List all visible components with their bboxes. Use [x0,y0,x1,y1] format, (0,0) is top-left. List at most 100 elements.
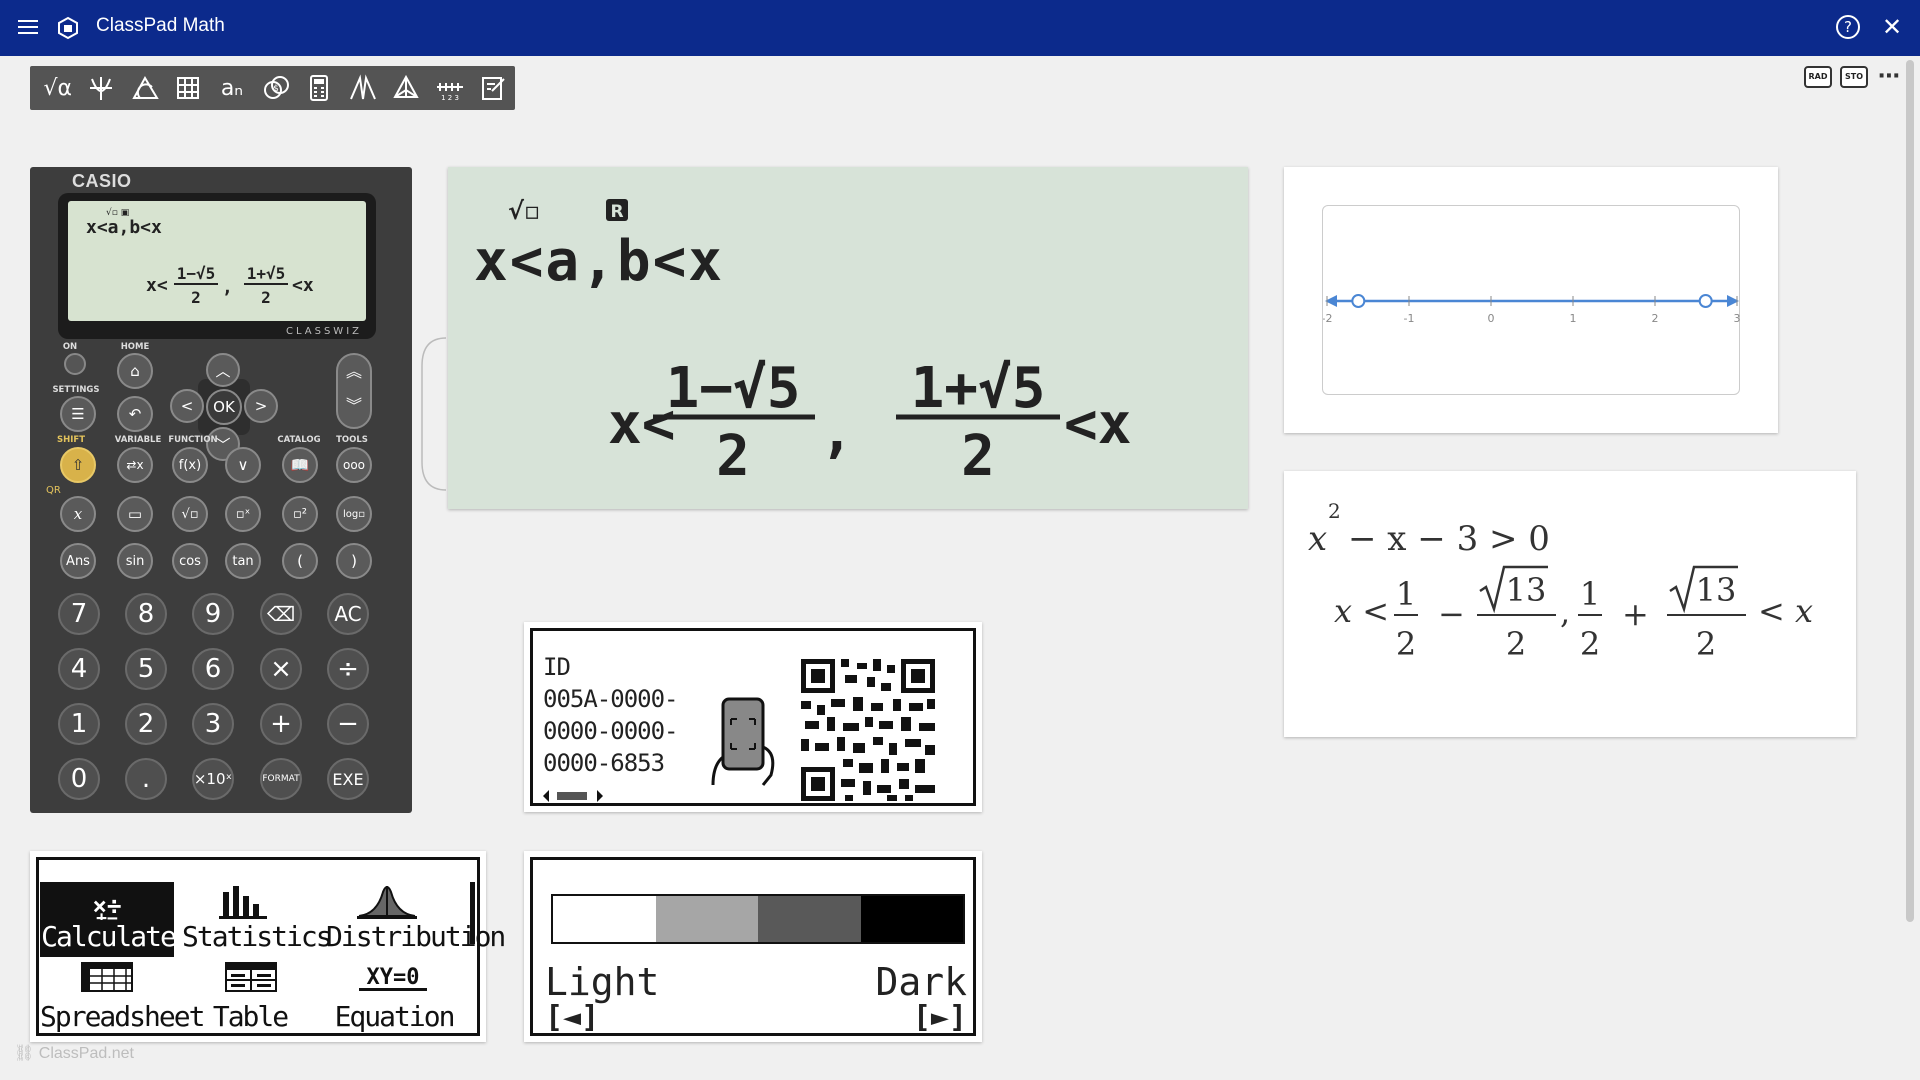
key-3[interactable]: 3 [192,703,234,745]
on-key[interactable] [64,353,86,375]
key-0[interactable]: 0 [58,758,100,800]
qr-code-panel[interactable]: ID 005A-0000- 0000-0000- 0000-6853 [524,622,982,812]
key-2[interactable]: 2 [125,703,167,745]
open-point[interactable] [1698,294,1713,308]
left-key[interactable]: < [170,389,204,423]
link-icon: ⛓ [14,1045,39,1062]
key-1[interactable]: 1 [58,703,100,745]
ok-key[interactable]: OK [206,389,242,425]
divide-key[interactable]: ÷ [327,648,369,690]
home-key[interactable]: ⌂ [117,353,153,389]
increase-contrast-hint[interactable]: [►] [913,1000,967,1035]
statistics-icon[interactable] [341,70,385,106]
menu-item-calculate[interactable]: Calculate [40,920,177,953]
app-title: ClassPad Math [96,15,225,36]
rad-mode-button[interactable]: RAD [1804,66,1832,88]
help-icon[interactable]: ? [1836,15,1860,39]
sin-key[interactable]: sin [117,543,153,579]
more-options-icon[interactable]: ⋯ [1878,64,1901,89]
geometry-icon[interactable] [123,70,167,106]
graph-icon[interactable] [80,70,124,106]
close-icon[interactable]: ✕ [1880,12,1904,42]
swatch-light [553,896,656,942]
exp10-key[interactable]: ×10ˣ [192,758,234,800]
page-scrollbar[interactable] [1906,60,1914,922]
multiply-key[interactable]: × [260,648,302,690]
id-line-2: 0000-0000- [543,717,678,745]
menu-scrollbar [470,882,475,944]
delete-key[interactable]: ⌫ [260,593,302,635]
decrease-contrast-hint[interactable]: [◄] [545,1000,599,1035]
ac-key[interactable]: AC [327,593,369,635]
catalog-key[interactable]: 📖 [282,447,318,483]
square-key[interactable]: ▫² [282,496,318,532]
up-key[interactable]: ︿ [206,353,240,387]
3d-geometry-icon[interactable] [384,70,428,106]
cos-key[interactable]: cos [172,543,208,579]
calculator-icon[interactable] [297,70,341,106]
enlarged-screen[interactable]: √▫ R x<a,b<x x< 1−√5 2 , 1+√5 2 <x [448,167,1248,509]
back-key[interactable]: ↶ [117,396,153,432]
key-9[interactable]: 9 [192,593,234,635]
calculator-screen[interactable]: √▫ ▣ x<a,b<x x< 1−√5 2 , 1+√5 2 <x [68,201,366,321]
open-paren-key[interactable]: ( [282,543,318,579]
shift-label: SHIFT [56,435,85,445]
hamburger-menu-icon[interactable] [16,16,40,40]
store-button[interactable]: STO [1840,66,1868,88]
footer-text: ClassPad.net [38,1045,134,1062]
menu-screen-panel[interactable]: ×÷ +− Calculate Statistics Distribution … [30,851,506,1042]
menu-item-statistics[interactable]: Statistics [182,920,333,953]
exe-key[interactable]: EXE [327,758,369,800]
number-line-icon[interactable]: 1 2 3 [428,70,472,106]
shift-key[interactable]: ⇧ [60,447,96,483]
key-4[interactable]: 4 [58,648,100,690]
down-arrow-key[interactable]: ∨ [225,447,261,483]
math-input-icon[interactable]: √α [36,70,80,106]
settings-key[interactable]: ☰ [60,396,96,432]
right-key[interactable]: > [244,389,278,423]
svg-text:1+√5: 1+√5 [247,264,286,283]
minus-key[interactable]: − [327,703,369,745]
number-line-panel[interactable]: -2 -1 0 1 2 3 [1284,167,1778,433]
scroll-keys[interactable]: ︽ ︾ [336,353,372,429]
number-line-tick-label: -2 [1323,312,1332,325]
close-paren-key[interactable]: ) [336,543,372,579]
key-8[interactable]: 8 [125,593,167,635]
log-key[interactable]: log▫ [336,496,372,532]
calculator-brand: CASIO [72,171,132,191]
menu-item-equation[interactable]: Equation [326,1000,462,1033]
svg-text:2: 2 [716,424,750,487]
footer-link[interactable]: ⛓ ClassPad.net [14,1043,134,1063]
key-7[interactable]: 7 [58,593,100,635]
contrast-panel[interactable]: Light Dark [◄] [►] [524,851,982,1042]
menu-item-spreadsheet[interactable]: Spreadsheet [40,1000,205,1033]
format-key[interactable]: FORMAT [260,758,302,800]
light-label: Light [545,960,660,1004]
financial-icon[interactable]: $ [254,70,298,106]
ans-key[interactable]: Ans [60,543,96,579]
x-key[interactable]: x [60,496,96,532]
variable-key[interactable]: ⇄x [117,447,153,483]
fraction-key[interactable]: ▭ [117,496,153,532]
decimal-key[interactable]: . [125,758,167,800]
math-result-panel[interactable]: x 2 − x − 3 > 0 x < 1 2 − 13 2 , 1 2 + 1… [1284,471,1856,737]
svg-text:<x: <x [1064,392,1131,457]
svg-text:XY=0: XY=0 [367,965,420,990]
power-key[interactable]: ▫ˣ [225,496,261,532]
sequence-icon[interactable]: aₙ [210,70,254,106]
open-point[interactable] [1351,294,1366,308]
svg-text:,: , [1560,593,1570,631]
table-icon[interactable] [167,70,211,106]
tools-key[interactable]: ooo [336,447,372,483]
tan-key[interactable]: tan [225,543,261,579]
key-6[interactable]: 6 [192,648,234,690]
menu-item-distribution[interactable]: Distribution [326,920,506,953]
key-5[interactable]: 5 [125,648,167,690]
plus-key[interactable]: + [260,703,302,745]
notepad-icon[interactable] [471,70,515,106]
svg-text:2: 2 [961,424,995,487]
function-key[interactable]: f(x) [172,447,208,483]
menu-item-table[interactable]: Table [182,1000,318,1033]
sqrt-key[interactable]: √▫ [172,496,208,532]
svg-text:,: , [820,400,854,465]
